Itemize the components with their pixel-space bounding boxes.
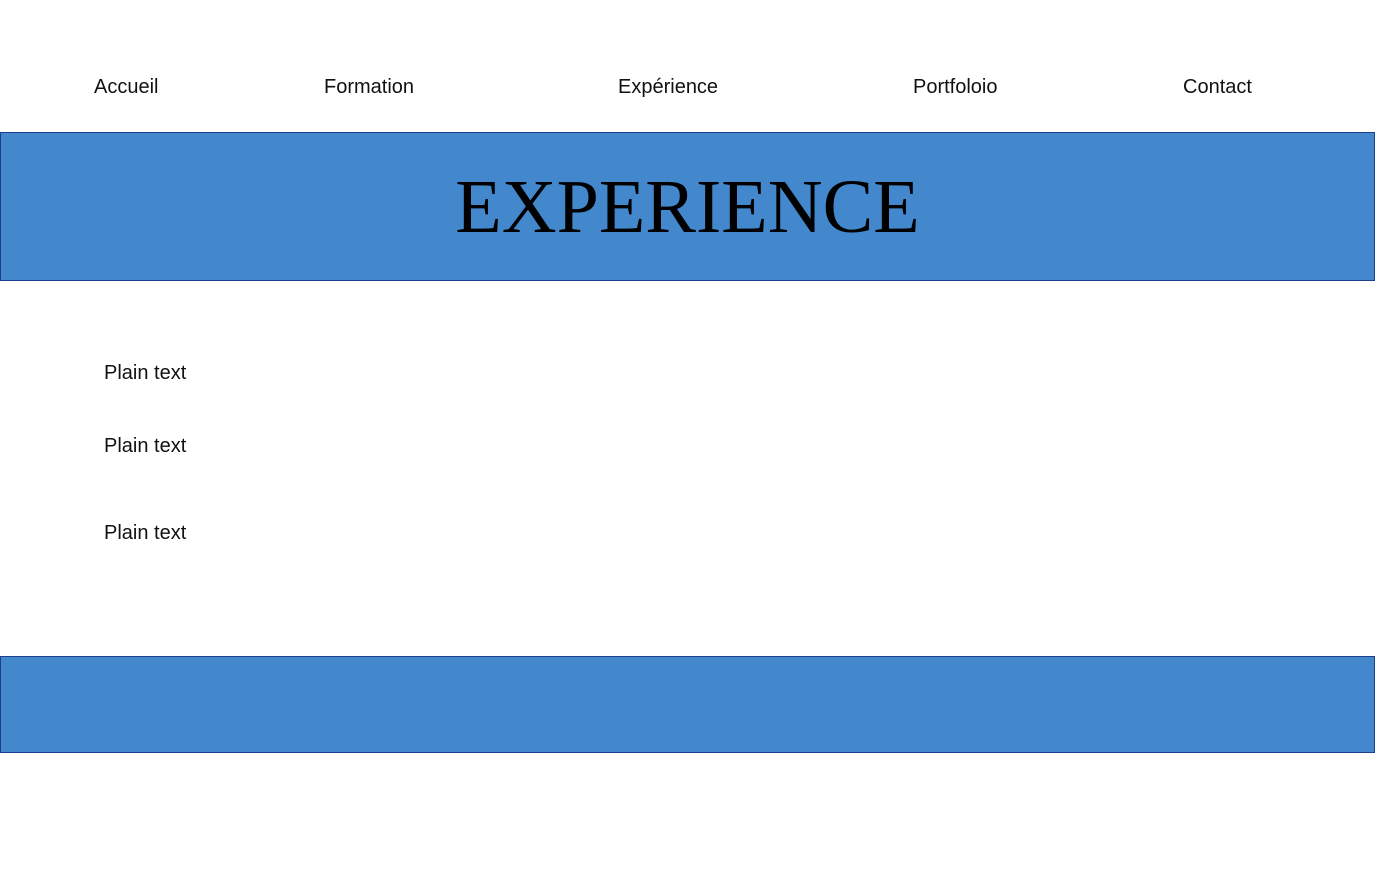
- nav-link-portfolio[interactable]: Portfoloio: [913, 75, 998, 99]
- footer-banner: [0, 656, 1375, 753]
- nav-link-contact[interactable]: Contact: [1183, 75, 1252, 99]
- text-block-3: Plain text: [104, 522, 187, 544]
- page-title: EXPERIENCE: [455, 165, 920, 249]
- nav-link-experience[interactable]: Expérience: [618, 75, 718, 99]
- text-block-2: Plain text: [104, 435, 187, 457]
- hero-banner: EXPERIENCE: [0, 132, 1375, 281]
- nav-link-accueil[interactable]: Accueil: [94, 75, 158, 99]
- text-block-1: Plain text: [104, 362, 187, 384]
- nav-link-formation[interactable]: Formation: [324, 75, 414, 99]
